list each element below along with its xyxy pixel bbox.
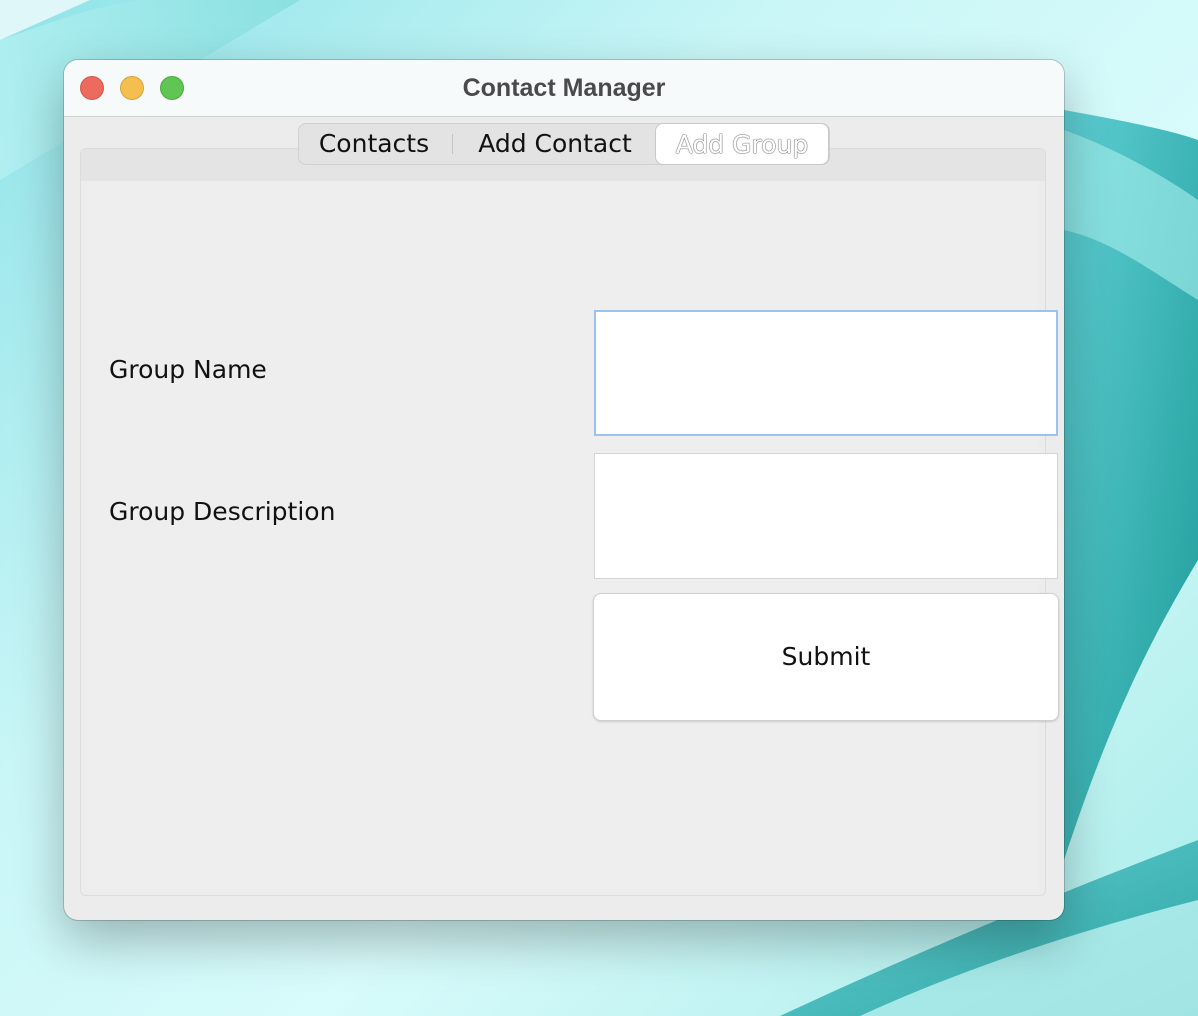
group-name-field[interactable]: [594, 310, 1058, 436]
submit-button[interactable]: Submit: [593, 593, 1059, 721]
group-description-label: Group Description: [109, 497, 336, 526]
tab-separator: [452, 134, 453, 154]
window-title: Contact Manager: [462, 74, 666, 102]
tab-panel: Group Name Group Description Submit: [80, 148, 1059, 896]
title-bar[interactable]: Contact Manager: [64, 60, 1064, 117]
group-description-field[interactable]: [594, 453, 1058, 579]
add-group-form: Group Name Group Description Submit: [87, 181, 1059, 889]
tab-add-contact[interactable]: Add Contact: [457, 124, 653, 164]
group-description-input[interactable]: [595, 454, 1057, 578]
tab-add-group[interactable]: Add Group: [655, 123, 829, 165]
tab-bar: Contacts Add Contact Add Group: [298, 123, 830, 165]
group-name-label: Group Name: [109, 355, 267, 384]
group-name-input[interactable]: [596, 312, 1056, 434]
contact-manager-window: Contact Manager Group Name Group Descrip…: [64, 60, 1064, 920]
tab-contacts[interactable]: Contacts: [299, 124, 449, 164]
